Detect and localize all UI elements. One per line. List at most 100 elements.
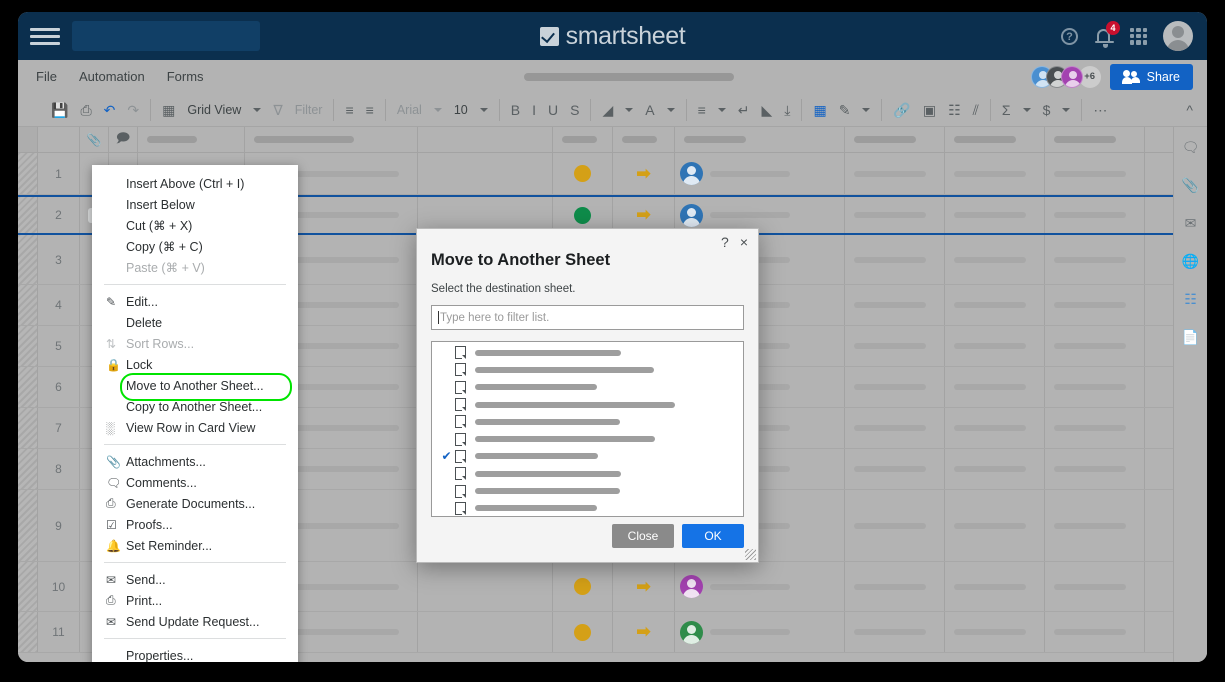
row-number[interactable]: 3 (38, 235, 80, 284)
app-grid-icon[interactable] (1130, 27, 1147, 45)
comment-column-header[interactable]: 🗩 (109, 127, 138, 152)
grid-cell[interactable] (418, 562, 553, 611)
italic-icon[interactable]: I (532, 103, 536, 117)
menu-item-automation[interactable]: Automation (79, 69, 145, 84)
grid-cell[interactable] (945, 612, 1045, 652)
row-number[interactable]: 5 (38, 326, 80, 366)
activity-log-icon[interactable]: ☷ (1184, 291, 1197, 308)
menu-item-insert-above-ctrl-i[interactable]: Insert Above (Ctrl + I) (92, 173, 298, 194)
grid-cell[interactable]: ➡ (613, 562, 675, 611)
global-search-input[interactable] (72, 21, 260, 51)
row-number[interactable]: 10 (38, 562, 80, 611)
grid-cell[interactable] (945, 367, 1045, 407)
chevron-down-icon[interactable] (862, 107, 871, 112)
grid-cell[interactable] (675, 153, 845, 194)
grid-cell[interactable]: ➡ (613, 153, 675, 194)
menu-item-send[interactable]: ✉ Send... (92, 569, 298, 590)
list-item[interactable] (432, 396, 743, 413)
grid-cell[interactable] (845, 449, 945, 489)
grid-cell[interactable] (845, 562, 945, 611)
grid-cell[interactable] (418, 153, 553, 194)
dialog-help-icon[interactable]: ? (721, 234, 729, 250)
collaborator-avatar[interactable] (1060, 65, 1083, 88)
grid-cell[interactable] (845, 367, 945, 407)
direction-symbol[interactable]: ➡ (636, 622, 650, 642)
list-item[interactable] (432, 361, 743, 378)
menu-item-generate-documents[interactable]: ⎙ Generate Documents... (92, 493, 298, 514)
grid-cell[interactable] (845, 285, 945, 325)
highlight-icon[interactable]: ✎ (839, 103, 851, 117)
grid-cell[interactable] (675, 612, 845, 652)
grid-view-icon[interactable]: ▦ (162, 103, 175, 117)
chevron-down-icon[interactable] (1062, 107, 1071, 112)
update-requests-icon[interactable]: ✉ (1185, 215, 1197, 232)
grid-cell[interactable] (845, 612, 945, 652)
grid-cell[interactable] (1045, 408, 1145, 448)
grid-cell[interactable] (945, 490, 1045, 561)
chevron-down-icon[interactable] (1022, 107, 1031, 112)
dependency-icon[interactable]: ☷ (948, 103, 961, 117)
column-header[interactable] (418, 127, 553, 152)
column-header[interactable] (138, 127, 245, 152)
print-icon[interactable]: ⎙ (80, 103, 91, 117)
list-item[interactable] (432, 482, 743, 499)
list-item[interactable] (432, 379, 743, 396)
grid-cell[interactable] (945, 326, 1045, 366)
row-number[interactable]: 4 (38, 285, 80, 325)
more-options-icon[interactable]: ⋯ (1093, 103, 1107, 117)
currency-icon[interactable]: $ (1043, 103, 1051, 117)
clear-format-icon[interactable]: ◣ (761, 103, 772, 117)
list-item[interactable]: ✔ (432, 448, 743, 465)
outdent-icon[interactable]: ≡ (345, 103, 353, 117)
menu-item-set-reminder[interactable]: 🔔 Set Reminder... (92, 535, 298, 556)
grid-view-label[interactable]: Grid View (187, 103, 241, 117)
indent-icon[interactable]: ≡ (366, 103, 374, 117)
list-item[interactable] (432, 413, 743, 430)
row-number[interactable]: 6 (38, 367, 80, 407)
collapse-toolbar-icon[interactable]: ^ (1186, 102, 1193, 118)
bold-icon[interactable]: B (511, 103, 520, 117)
help-icon[interactable]: ? (1061, 27, 1078, 45)
grid-cell[interactable] (1045, 197, 1145, 233)
menu-item-proofs[interactable]: ☑ Proofs... (92, 514, 298, 535)
grid-cell[interactable] (553, 153, 613, 194)
grid-cell[interactable] (845, 153, 945, 194)
grid-cell[interactable] (1045, 449, 1145, 489)
column-header[interactable] (613, 127, 675, 152)
row-number[interactable]: 2 (38, 197, 80, 233)
menu-item-move-to-another-sheet[interactable]: Move to Another Sheet... (92, 373, 298, 401)
image-icon[interactable]: ▣ (923, 103, 936, 117)
list-item[interactable] (432, 344, 743, 361)
link-icon[interactable]: 🔗 (893, 103, 910, 117)
row-number[interactable]: 9 (38, 490, 80, 561)
attachment-column-header[interactable]: 📎 (80, 127, 109, 152)
grid-cell[interactable] (945, 153, 1045, 194)
menu-item-delete[interactable]: Delete (92, 312, 298, 333)
attachments-icon[interactable]: 📎 (1182, 177, 1199, 194)
column-header[interactable] (245, 127, 418, 152)
strikethrough-icon[interactable]: S (570, 103, 579, 117)
grid-cell[interactable] (1045, 562, 1145, 611)
destination-sheet-list[interactable]: ✔ (431, 341, 744, 517)
user-avatar[interactable] (1163, 21, 1193, 51)
card-view-icon[interactable]: ▦ (813, 103, 826, 117)
align-icon[interactable]: ≡ (698, 103, 706, 117)
grid-cell[interactable] (1045, 326, 1145, 366)
grid-cell[interactable] (945, 449, 1045, 489)
conversations-icon[interactable]: 🗨 (1182, 139, 1200, 156)
summary-icon[interactable]: 📄 (1182, 329, 1199, 346)
sum-icon[interactable]: Σ (1002, 103, 1011, 117)
row-number[interactable]: 8 (38, 449, 80, 489)
dialog-close-icon[interactable]: × (740, 234, 748, 250)
chevron-down-icon[interactable] (479, 107, 488, 112)
chevron-down-icon[interactable] (666, 107, 675, 112)
notifications-icon[interactable]: 4 (1094, 20, 1120, 48)
avatar-stack[interactable]: +6 (1030, 65, 1101, 88)
status-symbol[interactable] (574, 578, 591, 595)
menu-item-comments[interactable]: 🗨 Comments... (92, 472, 298, 493)
grid-cell[interactable] (553, 612, 613, 652)
share-button[interactable]: Share (1109, 63, 1193, 90)
grid-cell[interactable] (945, 562, 1045, 611)
status-symbol[interactable] (574, 165, 591, 182)
direction-symbol[interactable]: ➡ (636, 577, 650, 597)
